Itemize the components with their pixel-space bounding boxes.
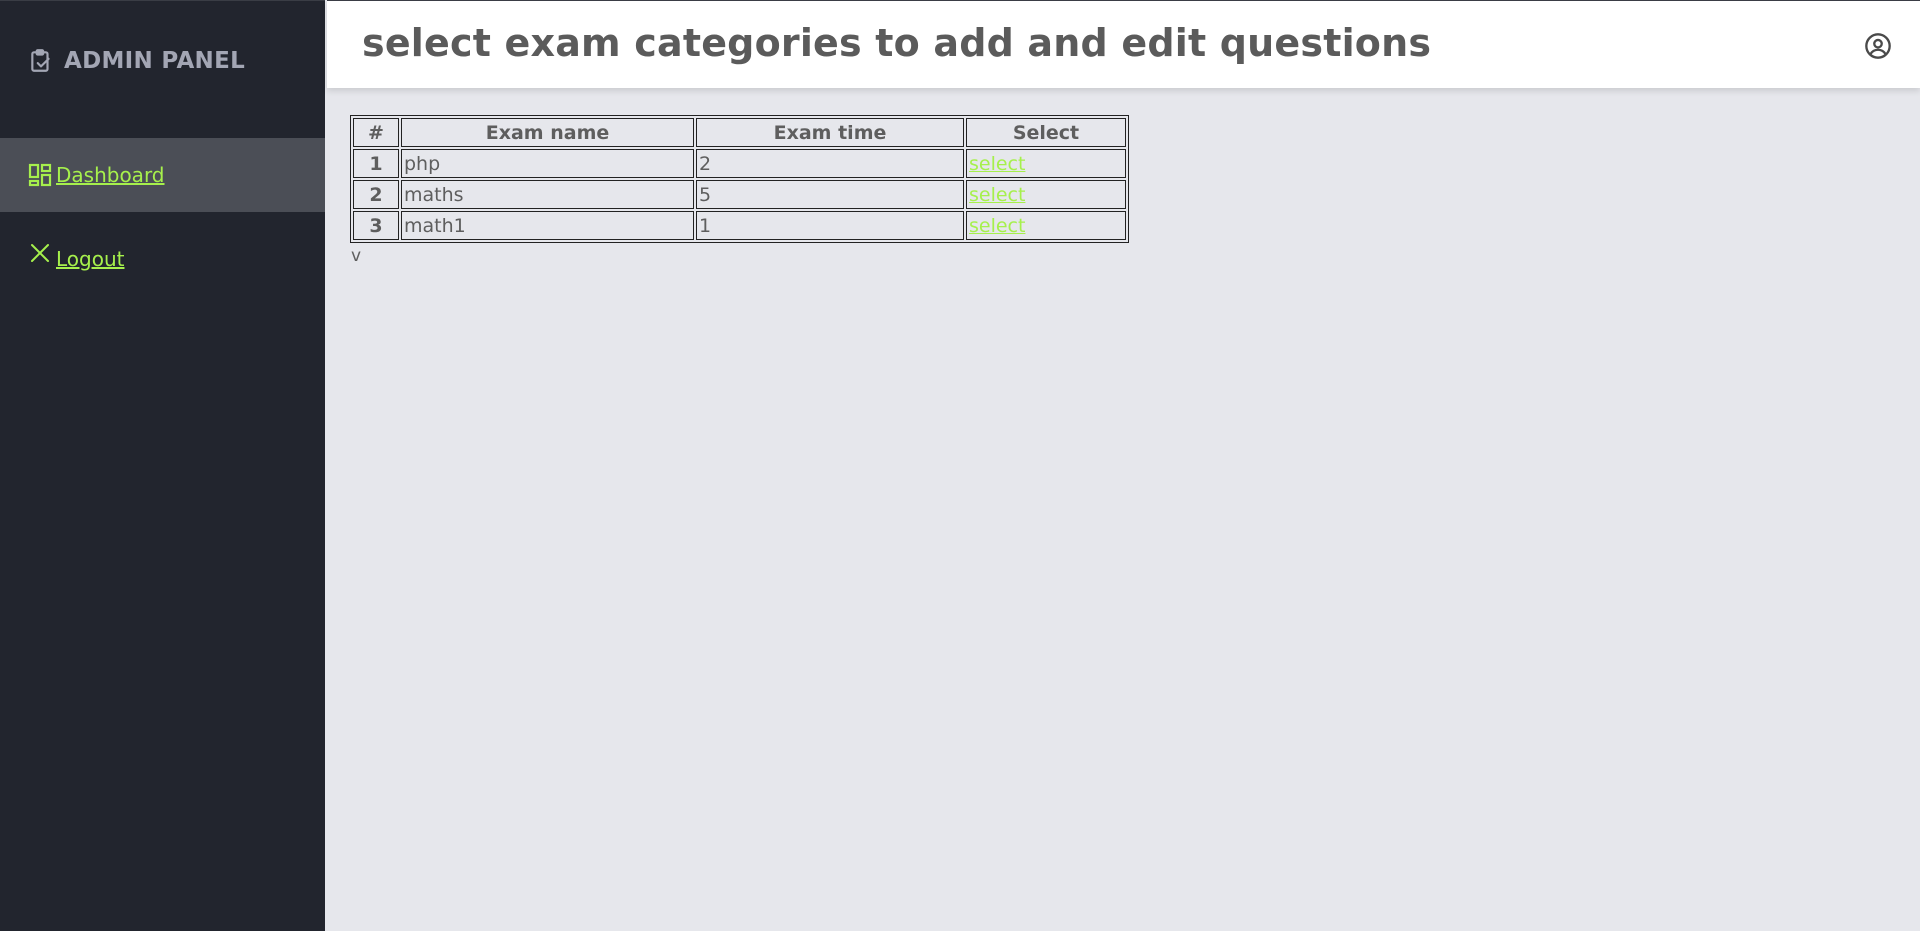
- main-content: # Exam name Exam time Select 1 php 2 sel…: [350, 115, 1129, 266]
- select-link[interactable]: select: [969, 184, 1025, 206]
- exam-name-cell: math1: [401, 211, 694, 240]
- page-title: select exam categories to add and edit q…: [362, 21, 1432, 65]
- select-cell: select: [966, 149, 1126, 178]
- brand-title: ADMIN PANEL: [64, 48, 246, 74]
- select-link[interactable]: select: [969, 215, 1025, 237]
- column-header-select: Select: [966, 118, 1126, 147]
- user-circle-icon[interactable]: [1864, 32, 1892, 60]
- row-number: 2: [353, 180, 399, 209]
- exam-time-cell: 5: [696, 180, 964, 209]
- sidebar-item-dashboard[interactable]: Dashboard: [0, 138, 325, 212]
- select-link[interactable]: select: [969, 153, 1025, 175]
- column-header-exam-name: Exam name: [401, 118, 694, 147]
- exam-time-cell: 1: [696, 211, 964, 240]
- close-icon: [28, 241, 52, 265]
- exam-categories-table: # Exam name Exam time Select 1 php 2 sel…: [350, 115, 1129, 243]
- column-header-number: #: [353, 118, 399, 147]
- row-number: 3: [353, 211, 399, 240]
- select-cell: select: [966, 180, 1126, 209]
- brand: ADMIN PANEL: [28, 45, 245, 77]
- select-cell: select: [966, 211, 1126, 240]
- dashboard-icon: [28, 163, 52, 187]
- exam-name-cell: php: [401, 149, 694, 178]
- stray-text: v: [351, 246, 362, 266]
- table-row: 3 math1 1 select: [353, 211, 1126, 240]
- app-root: ADMIN PANEL Dashboard Logout select exam…: [0, 0, 1920, 931]
- sidebar-item-label: Dashboard: [56, 163, 165, 187]
- column-header-exam-time: Exam time: [696, 118, 964, 147]
- sidebar-item-label: Logout: [56, 247, 125, 271]
- exam-time-cell: 2: [696, 149, 964, 178]
- clipboard-check-icon: [28, 48, 54, 74]
- sidebar-item-logout[interactable]: Logout: [0, 231, 325, 287]
- table-row: 1 php 2 select: [353, 149, 1126, 178]
- top-header: select exam categories to add and edit q…: [327, 0, 1920, 88]
- sidebar: ADMIN PANEL Dashboard Logout: [0, 0, 325, 931]
- table-row: 2 maths 5 select: [353, 180, 1126, 209]
- row-number: 1: [353, 149, 399, 178]
- table-header-row: # Exam name Exam time Select: [353, 118, 1126, 147]
- exam-name-cell: maths: [401, 180, 694, 209]
